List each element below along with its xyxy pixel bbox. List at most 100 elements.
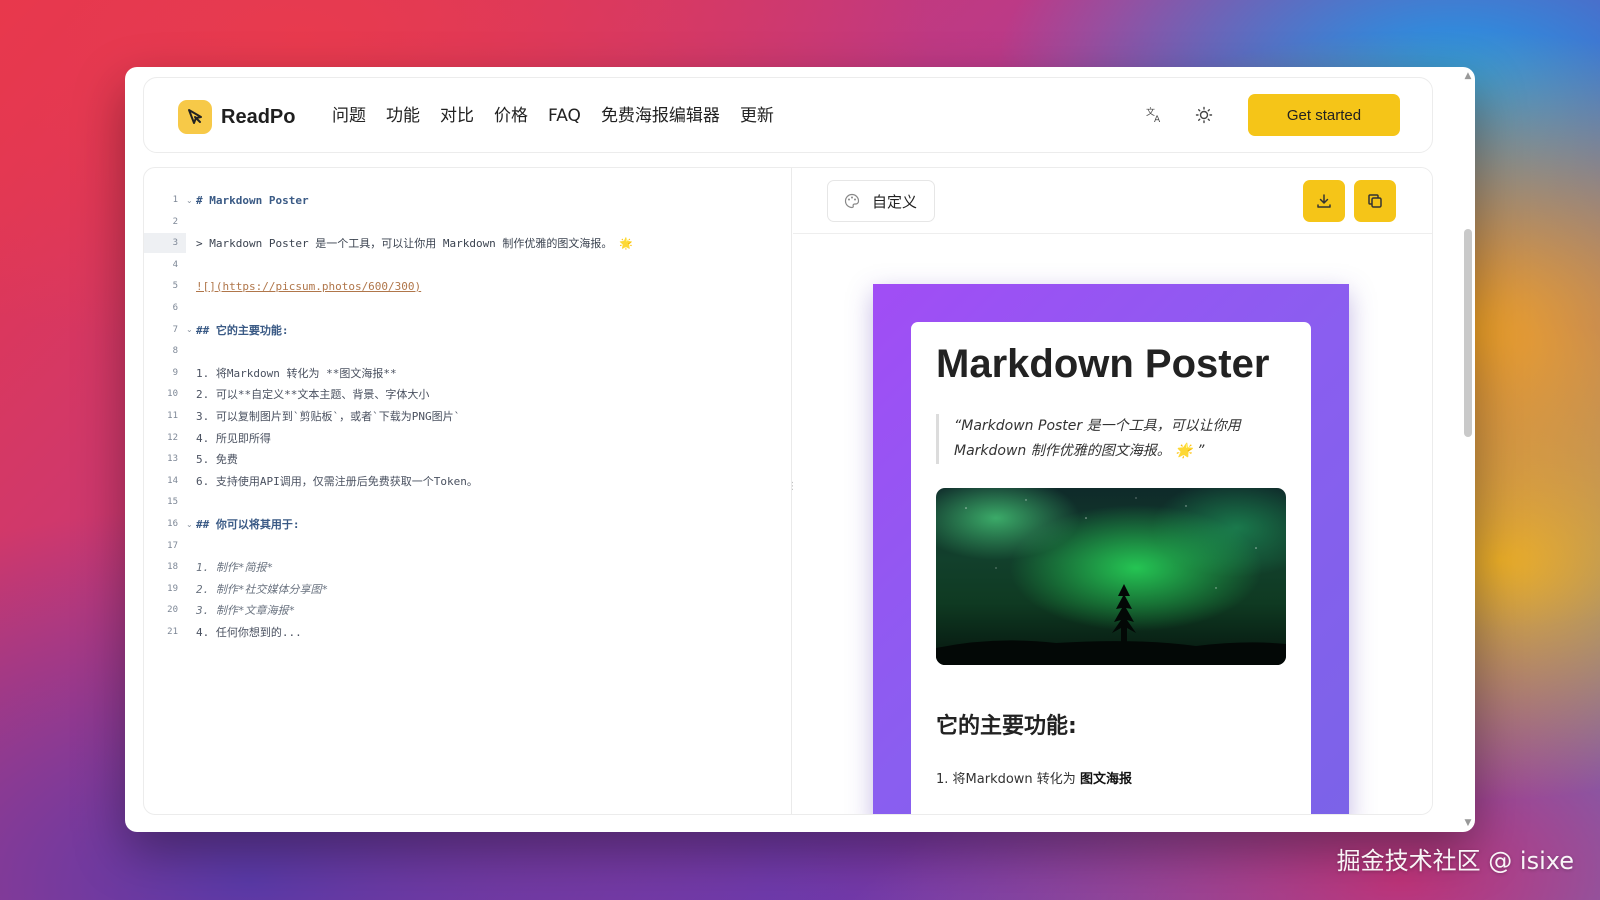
nav-link[interactable]: 问题 (332, 104, 366, 128)
svg-text:A: A (1154, 115, 1161, 124)
copy-button[interactable] (1354, 180, 1396, 222)
code-line[interactable]: 8 (144, 341, 792, 361)
code-line[interactable]: 10 2. 可以**自定义**文本主题、背景、字体大小 (144, 384, 792, 404)
logo-text: ReadPo (221, 105, 296, 128)
line-number: 2 (172, 216, 178, 227)
workspace: 1 ⌄ # Markdown Poster 2 3 > Markdown Poster 是… (143, 167, 1433, 815)
code-text: 2. 制作*社交媒体分享图* (196, 582, 329, 596)
preview-pane: 自定义 Markdown Poster “Markdown Poster 是一个… (793, 168, 1432, 814)
customize-button[interactable]: 自定义 (827, 180, 935, 222)
code-text: 4. 任何你想到的... (196, 626, 302, 639)
watermark: 掘金技术社区 @ isixe (1336, 847, 1574, 875)
code-text: 1. 制作*简报* (196, 561, 274, 575)
palette-icon (844, 193, 860, 209)
scroll-thumb[interactable] (1464, 229, 1472, 437)
poster-aurora-image (936, 488, 1286, 665)
browser-window: ReadPo 问题 功能 对比 价格 FAQ 免费海报编辑器 更新 文 A Ge… (125, 67, 1475, 832)
top-navigation: ReadPo 问题 功能 对比 价格 FAQ 免费海报编辑器 更新 文 A Ge… (143, 77, 1433, 153)
code-text: 4. 所见即所得 (196, 431, 271, 445)
line-number: 16 (167, 519, 178, 529)
fold-chevron-icon[interactable]: ⌄ (186, 196, 196, 205)
code-text: 2. 可以**自定义**文本主题、背景、字体大小 (196, 388, 430, 402)
scroll-down-icon[interactable]: ▼ (1464, 818, 1472, 828)
code-line[interactable]: 9 1. 将Markdown 转化为 **图文海报** (144, 363, 792, 383)
sun-icon[interactable] (1186, 97, 1222, 133)
scroll-up-icon[interactable]: ▲ (1464, 71, 1472, 81)
line-number: 19 (167, 583, 178, 594)
logo-mark-icon (178, 100, 212, 134)
poster-title: Markdown Poster (936, 342, 1270, 386)
code-text: 3. 可以复制图片到`剪贴板`，或者`下载为PNG图片` (196, 410, 461, 423)
code-line[interactable]: 4 (144, 255, 792, 275)
code-line[interactable]: 18 1. 制作*简报* (144, 557, 792, 577)
code-line[interactable]: 12 4. 所见即所得 (144, 428, 792, 448)
code-line[interactable]: 16 ⌄ ## 你可以将其用于: (144, 514, 792, 534)
fold-chevron-icon[interactable]: ⌄ (186, 325, 196, 334)
nav-actions: 文 A Get started (1136, 94, 1400, 136)
code-line[interactable]: 5 ![](https://picsum.photos/600/300) (144, 276, 792, 296)
line-number: 1 (172, 195, 178, 205)
nav-link[interactable]: 免费海报编辑器 (601, 104, 720, 128)
line-number: 18 (167, 562, 178, 573)
tree-silhouette (936, 497, 1286, 665)
markdown-editor[interactable]: 1 ⌄ # Markdown Poster 2 3 > Markdown Poster 是… (144, 168, 792, 814)
code-text: 1. 将Markdown 转化为 **图文海报** (196, 366, 397, 380)
window-scrollbar[interactable]: ▲ ▼ (1461, 67, 1475, 832)
code-line[interactable]: 11 3. 可以复制图片到`剪贴板`，或者`下载为PNG图片` (144, 406, 792, 426)
poster-list-item: 1. 将Markdown 转化为 图文海报 (936, 768, 1132, 787)
code-line[interactable]: 14 6. 支持使用API调用，仅需注册后免费获取一个Token。 (144, 471, 792, 491)
nav-links: 问题 功能 对比 价格 FAQ 免费海报编辑器 更新 (332, 104, 774, 128)
nav-link[interactable]: 功能 (386, 104, 420, 128)
code-text: 3. 制作*文章海报* (196, 604, 296, 618)
download-button[interactable] (1303, 180, 1345, 222)
line-number: 15 (167, 497, 178, 508)
fold-chevron-icon[interactable]: ⌄ (186, 520, 196, 529)
customize-label: 自定义 (872, 192, 918, 211)
copy-icon (1368, 194, 1382, 208)
line-number: 21 (167, 627, 178, 637)
code-line[interactable]: 7 ⌄ ## 它的主要功能: (144, 320, 792, 340)
logo[interactable]: ReadPo (178, 100, 295, 134)
code-text: ## 你可以将其用于: (196, 518, 300, 531)
code-text: ![](https://picsum.photos/600/300) (196, 279, 422, 293)
code-line[interactable]: 2 (144, 212, 792, 232)
code-line[interactable]: 6 (144, 298, 792, 318)
poster-list-text: 1. 将Markdown 转化为 (936, 772, 1080, 787)
nav-link[interactable]: 更新 (740, 104, 774, 128)
line-number: 7 (172, 324, 178, 335)
code-text: 6. 支持使用API调用，仅需注册后免费获取一个Token。 (196, 474, 478, 488)
code-line[interactable]: 21 4. 任何你想到的... (144, 622, 792, 642)
get-started-button[interactable]: Get started (1248, 94, 1400, 136)
preview-toolbar: 自定义 (793, 168, 1432, 234)
code-text: ## 它的主要功能: (196, 323, 289, 337)
poster-preview: Markdown Poster “Markdown Poster 是一个工具，可… (873, 284, 1349, 814)
nav-link[interactable]: FAQ (548, 104, 581, 128)
poster-list-bold: 图文海报 (1079, 772, 1132, 787)
code-line[interactable]: 15 (144, 492, 792, 512)
nav-link[interactable]: 对比 (440, 104, 474, 128)
line-number: 9 (172, 367, 178, 378)
code-text: # Markdown Poster (196, 193, 309, 207)
poster-card: Markdown Poster “Markdown Poster 是一个工具，可… (911, 322, 1311, 814)
code-line[interactable]: 13 5. 免费 (144, 449, 792, 469)
line-number: 17 (167, 540, 178, 551)
line-number: 6 (172, 303, 178, 313)
line-number: 8 (172, 346, 178, 357)
line-number: 3 (144, 233, 186, 254)
code-line[interactable]: 20 3. 制作*文章海报* (144, 600, 792, 620)
line-number: 10 (167, 389, 178, 400)
code-line[interactable]: 3 > Markdown Poster 是一个工具，可以让你用 Markdown … (144, 233, 792, 254)
nav-link[interactable]: 价格 (494, 104, 528, 128)
poster-section-heading: 它的主要功能: (936, 714, 1077, 739)
code-line[interactable]: 1 ⌄ # Markdown Poster (144, 190, 792, 210)
line-number: 14 (167, 475, 178, 486)
line-number: 4 (172, 259, 178, 270)
download-icon (1317, 194, 1331, 208)
line-number: 12 (167, 432, 178, 443)
code-line[interactable]: 19 2. 制作*社交媒体分享图* (144, 579, 792, 599)
line-number: 13 (167, 454, 178, 465)
code-text: 5. 免费 (196, 453, 238, 467)
translate-icon[interactable]: 文 A (1136, 97, 1172, 133)
code-line[interactable]: 17 (144, 536, 792, 556)
line-number: 5 (172, 281, 178, 292)
